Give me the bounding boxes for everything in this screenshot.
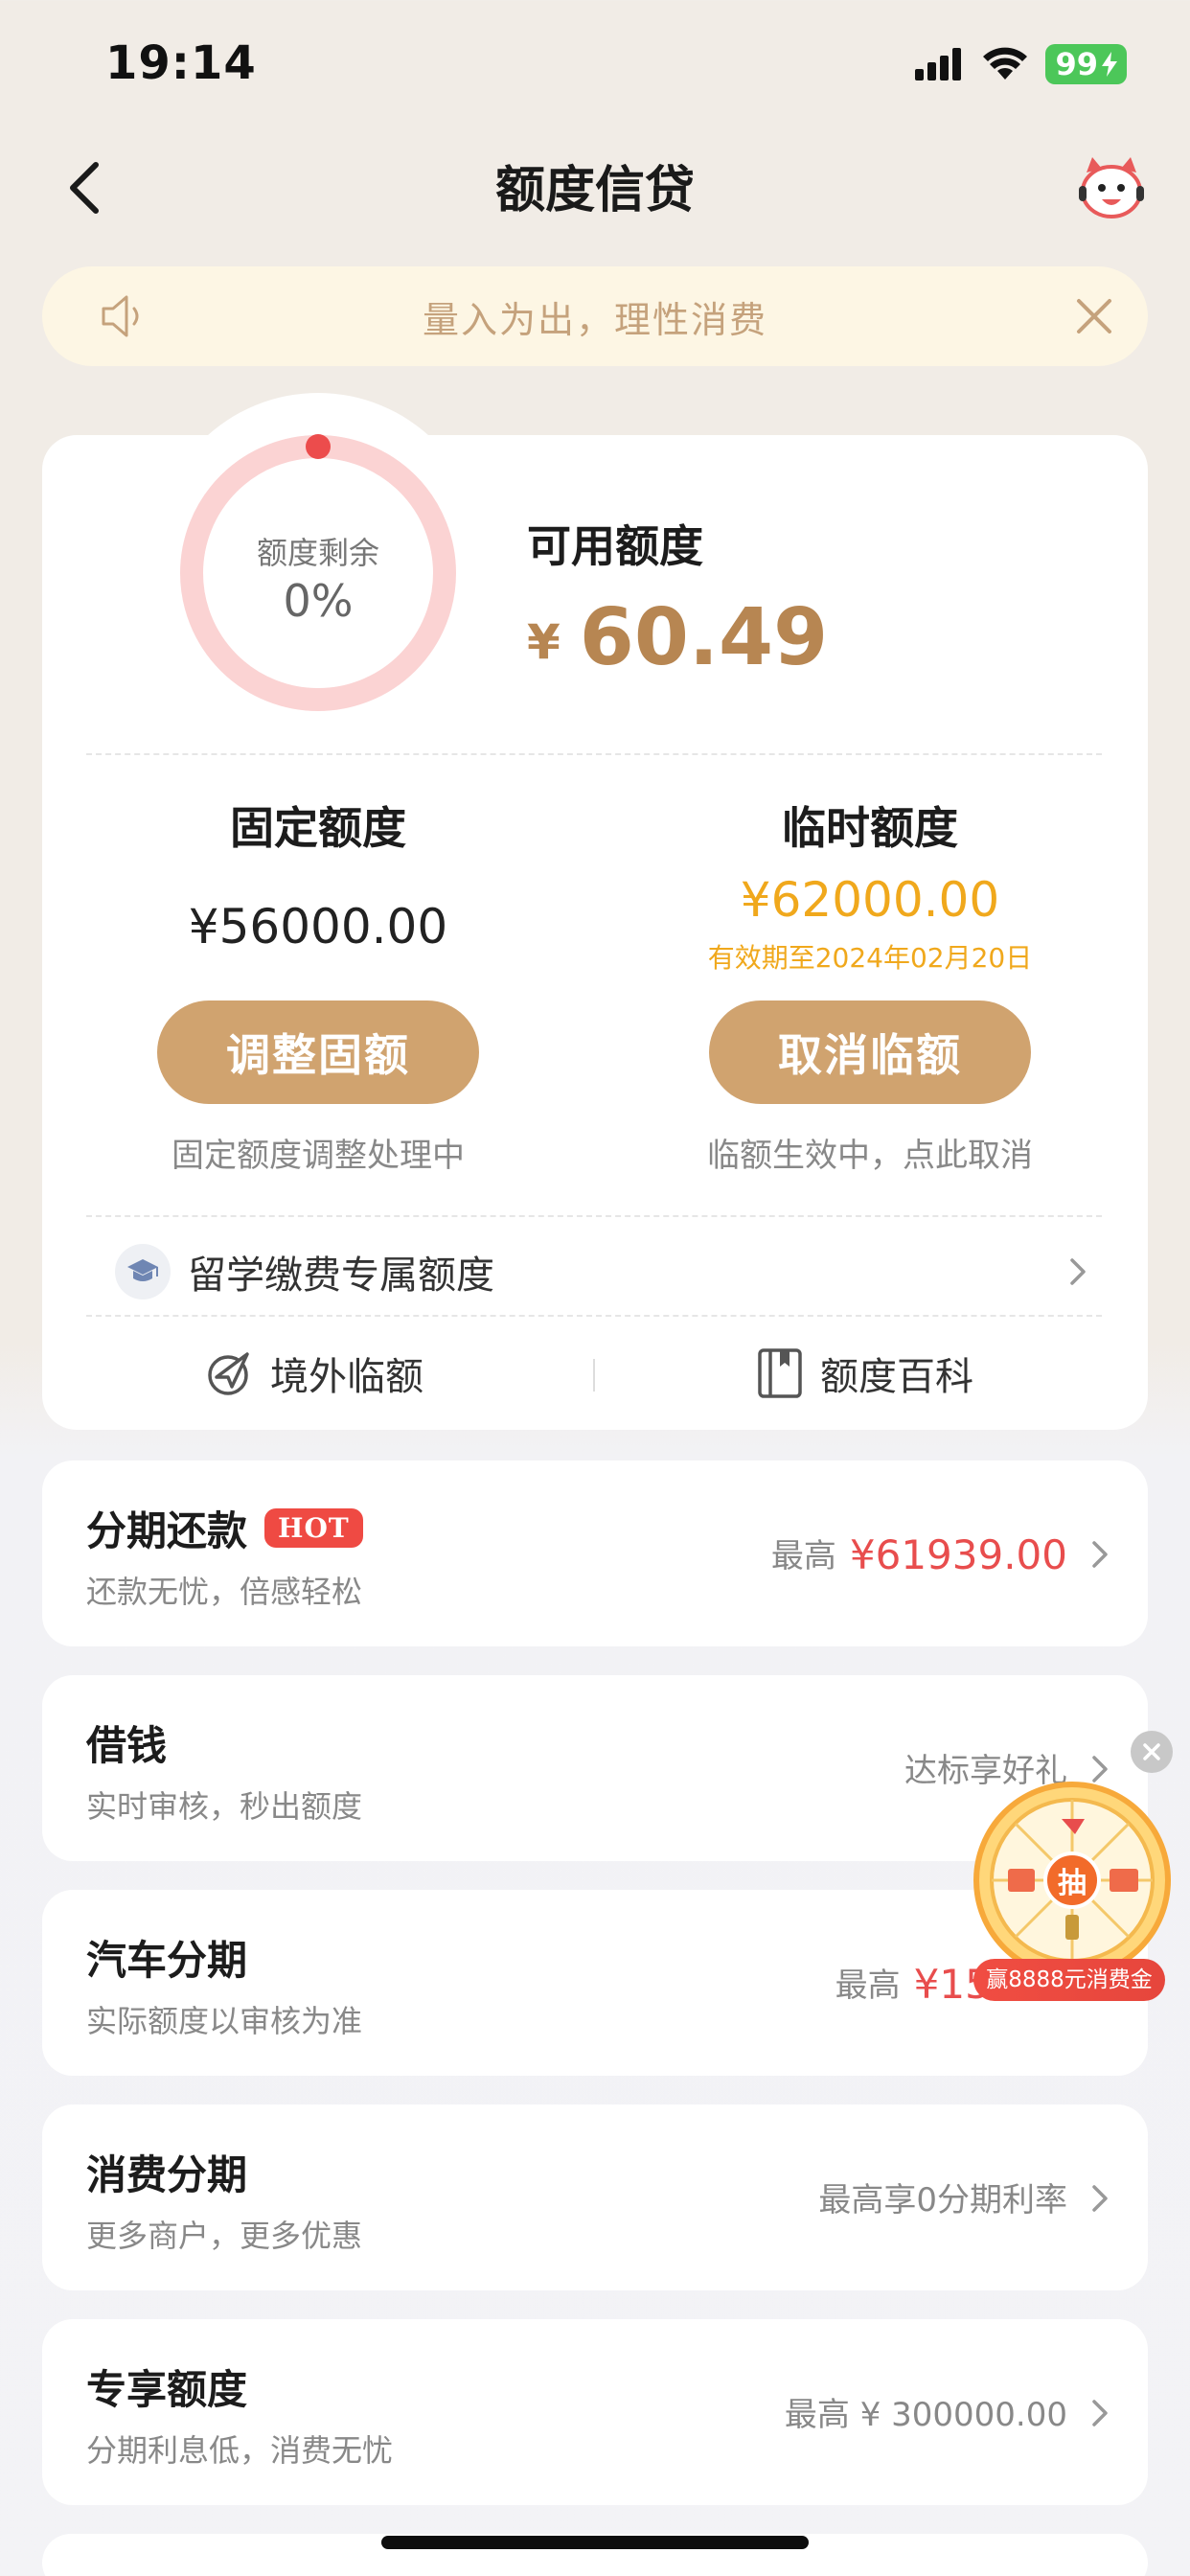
product-right-info: 最高享0分期利率 xyxy=(818,2174,1067,2220)
chevron-right-icon xyxy=(1070,1258,1086,1285)
chevron-right-icon xyxy=(1092,2185,1108,2212)
product-card-consumer-installment[interactable]: 消费分期 更多商户，更多优惠 最高享0分期利率 xyxy=(42,2104,1148,2290)
available-credit-amount: ¥60.49 xyxy=(527,592,828,683)
notice-text: 量入为出，理性消费 xyxy=(422,298,767,341)
fixed-credit-note: 固定额度调整处理中 xyxy=(172,1137,465,1175)
wifi-icon xyxy=(983,47,1028,80)
plane-globe-icon xyxy=(208,1352,249,1395)
temporary-credit-title: 临时额度 xyxy=(782,802,958,854)
customer-service-mascot-icon[interactable] xyxy=(1075,151,1148,224)
close-icon[interactable] xyxy=(1073,295,1115,337)
battery-level: 99 xyxy=(1055,46,1098,82)
page-title: 额度信贷 xyxy=(494,162,695,219)
product-right-prefix: 最高 ¥ 300000.00 xyxy=(784,2396,1067,2434)
available-amount-value: 60.49 xyxy=(579,592,829,683)
temporary-credit-validity: 有效期至2024年02月20日 xyxy=(707,942,1033,974)
currency-symbol: ¥ xyxy=(527,614,561,670)
book-icon xyxy=(758,1348,802,1398)
product-right-value: ¥61939.00 xyxy=(849,1531,1067,1578)
promo-close-button[interactable] xyxy=(1131,1731,1173,1773)
divider xyxy=(86,753,1102,755)
status-icons: 99 xyxy=(915,44,1127,84)
charging-bolt-icon xyxy=(1102,52,1117,77)
product-title: 分期还款 HOT xyxy=(86,1499,363,1557)
product-card-exclusive-credit[interactable]: 专享额度 分期利息低，消费无忧 最高 ¥ 300000.00 xyxy=(42,2319,1148,2505)
product-title: 借钱 xyxy=(86,1714,167,1772)
credit-encyclopedia-link[interactable]: 额度百科 xyxy=(757,1346,973,1401)
credit-encyclopedia-label: 额度百科 xyxy=(820,1355,973,1399)
promo-banner[interactable]: 赢8888元消费金 xyxy=(973,1959,1165,2001)
product-right-info: 最高 ¥61939.00 xyxy=(771,1530,1067,1578)
product-title-text: 汽车分期 xyxy=(86,1937,248,1984)
product-title: 汽车分期 xyxy=(86,1928,247,1987)
notice-bar: 量入为出，理性消费 xyxy=(42,266,1148,366)
chevron-right-icon xyxy=(1092,1541,1108,1568)
temporary-credit-amount: ¥62000.00 xyxy=(740,872,1000,928)
product-title-text: 分期还款 xyxy=(86,1507,248,1554)
ring-percent: 0% xyxy=(283,575,354,627)
overseas-temp-credit-label: 境外临额 xyxy=(270,1355,423,1399)
hot-badge: HOT xyxy=(264,1508,363,1548)
fixed-credit-title: 固定额度 xyxy=(230,802,406,854)
fixed-credit-amount: ¥56000.00 xyxy=(188,899,448,954)
product-right-prefix: 最高 xyxy=(770,1537,836,1576)
product-right-info: 最高 ¥ 300000.00 xyxy=(785,2388,1067,2435)
study-abroad-credit-row[interactable]: 留学缴费专属额度 xyxy=(86,1215,1102,1328)
product-right-prefix: 最高 xyxy=(835,1966,901,2005)
product-subtitle: 实时审核，秒出额度 xyxy=(86,1788,363,1825)
overseas-temp-credit-link[interactable]: 境外临额 xyxy=(203,1346,423,1401)
home-indicator xyxy=(381,2536,809,2549)
study-abroad-credit-label: 留学缴费专属额度 xyxy=(188,1254,494,1298)
wheel-center-label: 抽 xyxy=(1058,1867,1087,1900)
product-subtitle: 更多商户，更多优惠 xyxy=(86,2218,363,2254)
product-title: 专享额度 xyxy=(86,2358,247,2416)
close-icon xyxy=(1143,1743,1160,1760)
product-title: 消费分期 xyxy=(86,2143,247,2201)
product-subtitle: 分期利息低，消费无忧 xyxy=(86,2432,394,2469)
adjust-fixed-credit-button[interactable]: 调整固额 xyxy=(157,1000,479,1104)
ring-label: 额度剩余 xyxy=(256,535,379,571)
cancel-temporary-credit-button[interactable]: 取消临额 xyxy=(709,1000,1031,1104)
product-subtitle: 还款无忧，倍感轻松 xyxy=(86,1574,363,1610)
graduation-cap-icon xyxy=(115,1244,171,1300)
battery-indicator: 99 xyxy=(1045,44,1127,84)
divider xyxy=(86,1315,1102,1317)
temporary-credit-note[interactable]: 临额生效中，点此取消 xyxy=(659,1129,1081,1176)
link-separator xyxy=(593,1359,595,1392)
product-title-text: 消费分期 xyxy=(86,2151,248,2198)
product-subtitle: 实际额度以审核为准 xyxy=(86,2003,363,2039)
product-right-prefix: 最高享0分期利率 xyxy=(818,2181,1067,2220)
product-title-text: 借钱 xyxy=(86,1722,168,1769)
product-title-text: 专享额度 xyxy=(86,2366,248,2413)
status-time: 19:14 xyxy=(105,36,257,90)
chevron-right-icon xyxy=(1092,2400,1108,2426)
cellular-signal-icon xyxy=(915,48,962,80)
available-credit-label: 可用额度 xyxy=(527,520,703,572)
remaining-credit-ring xyxy=(180,434,456,711)
product-card-installment-repayment[interactable]: 分期还款 HOT 还款无忧，倍感轻松 最高 ¥61939.00 xyxy=(42,1460,1148,1646)
